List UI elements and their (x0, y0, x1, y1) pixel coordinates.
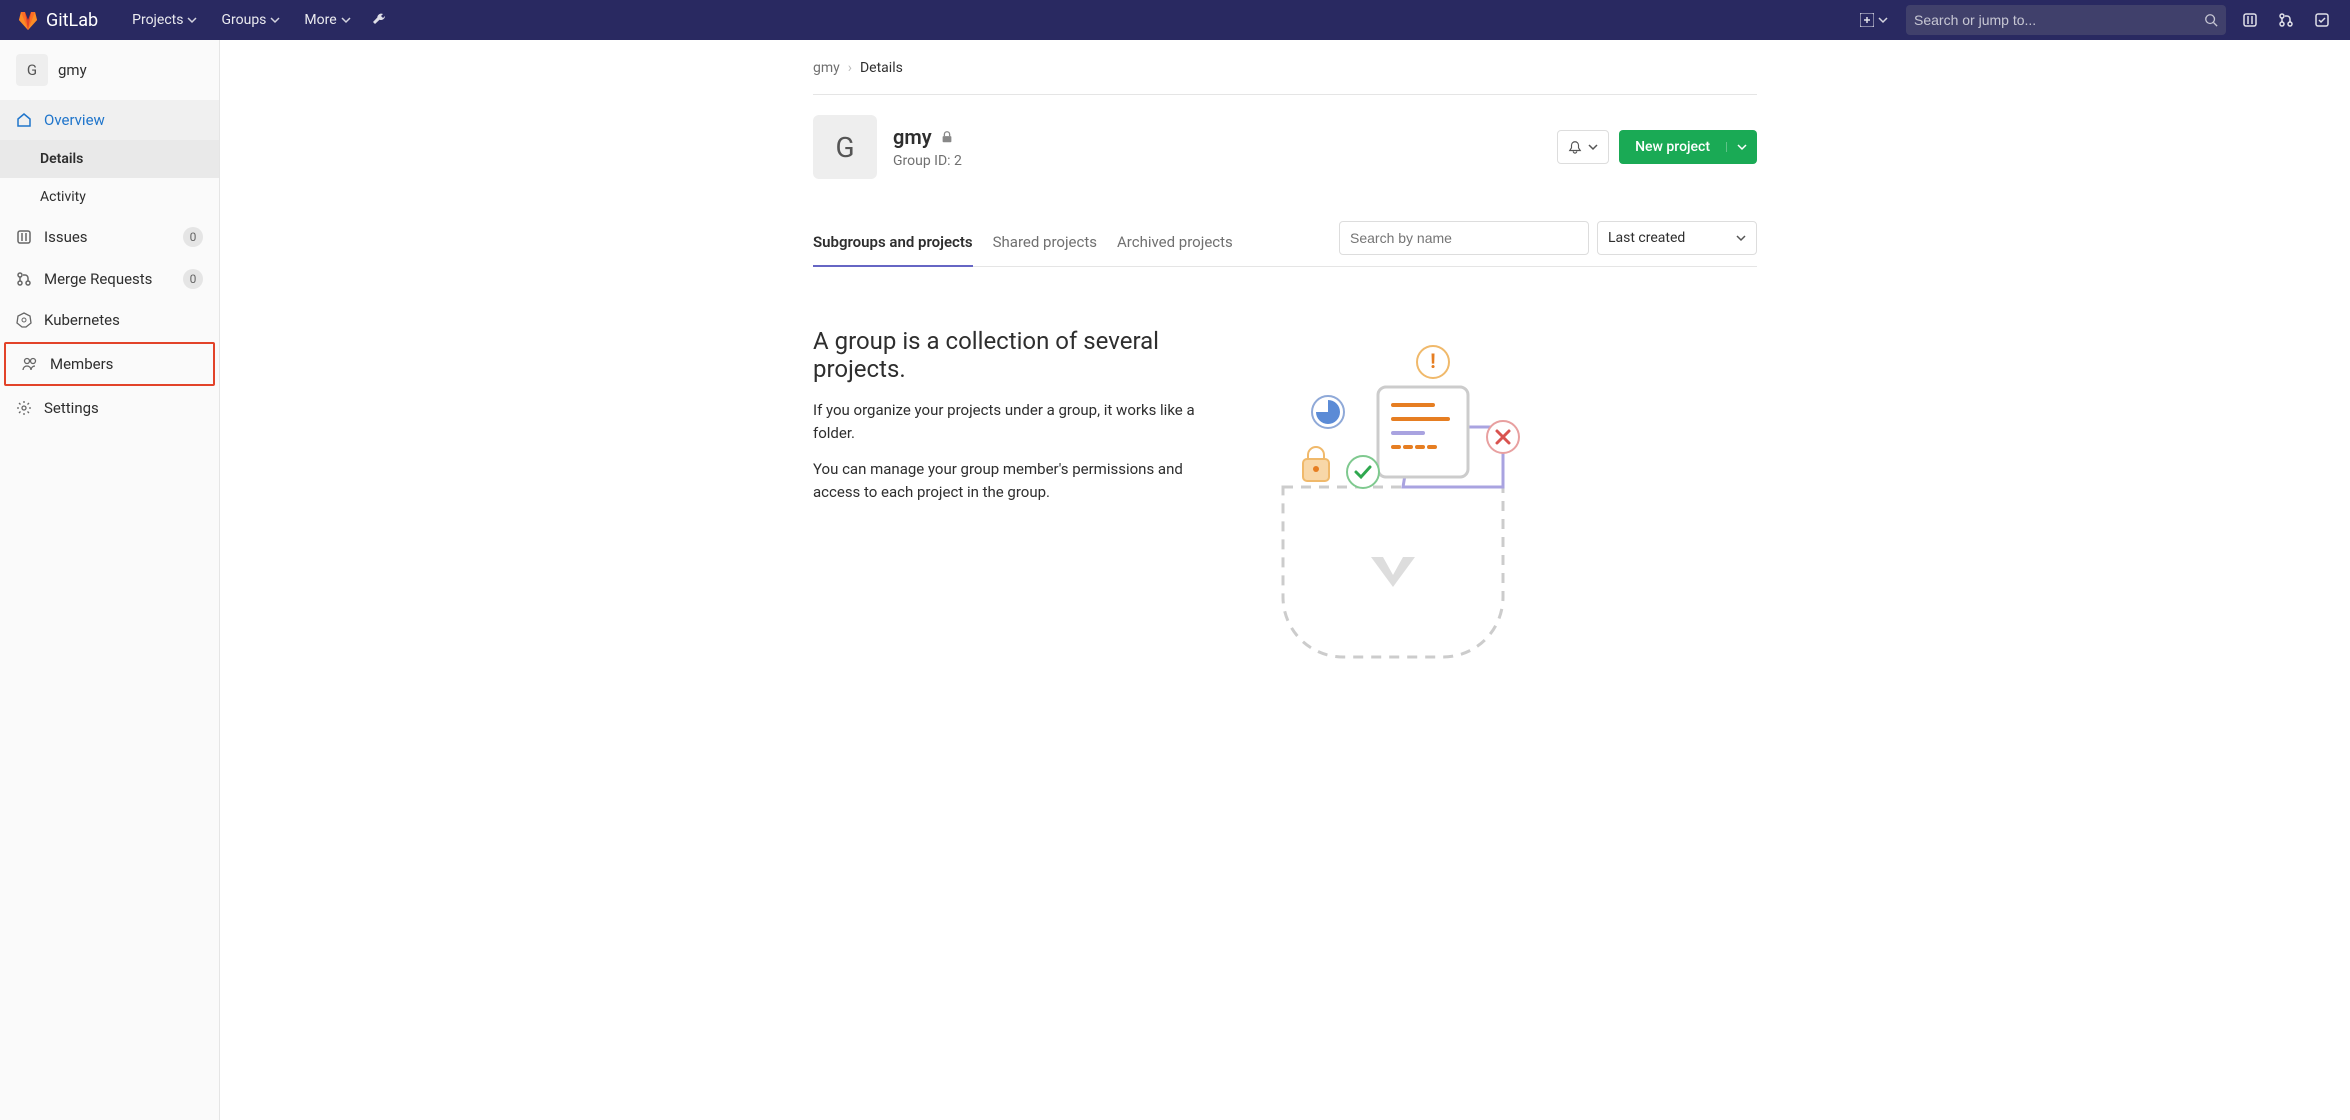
sort-label: Last created (1608, 230, 1685, 246)
empty-state: A group is a collection of several proje… (813, 267, 1757, 697)
sidebar-sub-details[interactable]: Details (0, 140, 219, 178)
sidebar-label: Issues (44, 228, 88, 246)
nav-groups-label: Groups (221, 12, 266, 28)
tabs-row: Subgroups and projects Shared projects A… (813, 219, 1757, 267)
chevron-down-icon (1737, 142, 1747, 152)
notifications-button[interactable] (1557, 130, 1609, 164)
sidebar-item-issues[interactable]: Issues 0 (0, 216, 219, 258)
sidebar-label: Kubernetes (44, 311, 120, 329)
gitlab-logo-icon (16, 8, 40, 32)
tab-shared-projects[interactable]: Shared projects (993, 219, 1097, 266)
gear-icon (16, 400, 32, 416)
sort-dropdown[interactable]: Last created (1597, 221, 1757, 255)
group-avatar-large: G (813, 115, 877, 179)
create-new-button[interactable] (1854, 9, 1894, 31)
group-header: G gmy Group ID: 2 New project (813, 95, 1757, 199)
merge-icon (16, 271, 32, 287)
sidebar-label: Members (50, 355, 113, 373)
sidebar-badge: 0 (183, 269, 203, 289)
new-project-button[interactable]: New project (1619, 130, 1757, 164)
issues-icon (2242, 12, 2258, 28)
merge-icon (2278, 12, 2294, 28)
group-avatar: G (16, 54, 48, 86)
sidebar-item-merge-requests[interactable]: Merge Requests 0 (0, 258, 219, 300)
group-actions: New project (1557, 130, 1757, 164)
issues-icon (16, 229, 32, 245)
tabs: Subgroups and projects Shared projects A… (813, 219, 1233, 266)
breadcrumb: gmy › Details (813, 60, 1757, 95)
chevron-down-icon (1736, 233, 1746, 243)
sidebar-group-name: gmy (58, 61, 87, 79)
todos-button[interactable] (2310, 8, 2334, 32)
sidebar-label: Settings (44, 399, 99, 417)
nav-groups[interactable]: Groups (211, 6, 290, 34)
todo-icon (2314, 12, 2330, 28)
brand[interactable]: GitLab (16, 8, 98, 32)
group-meta: gmy Group ID: 2 (893, 125, 962, 169)
nav-more[interactable]: More (294, 6, 360, 34)
global-search[interactable] (1906, 5, 2226, 35)
sidebar-label: Overview (44, 111, 105, 129)
sidebar-item-kubernetes[interactable]: Kubernetes (0, 300, 219, 340)
search-input[interactable] (1914, 12, 2204, 28)
top-navbar: GitLab Projects Groups More (0, 0, 2350, 40)
highlighted-members-box: Members (4, 342, 215, 386)
search-by-name-input[interactable] (1339, 221, 1589, 255)
breadcrumb-current: Details (860, 60, 903, 76)
nav-more-label: More (304, 12, 336, 28)
navbar-left: GitLab Projects Groups More (16, 6, 393, 34)
brand-text: GitLab (46, 10, 98, 31)
sidebar-item-overview[interactable]: Overview (0, 100, 219, 140)
empty-paragraph-1: If you organize your projects under a gr… (813, 399, 1223, 444)
new-project-dropdown[interactable] (1726, 142, 1757, 152)
sidebar-badge: 0 (183, 227, 203, 247)
admin-area-button[interactable] (365, 6, 393, 34)
chevron-down-icon (270, 15, 280, 25)
tab-controls: Last created (1339, 221, 1757, 265)
breadcrumb-group[interactable]: gmy (813, 60, 840, 76)
home-icon (16, 112, 32, 128)
nav-projects[interactable]: Projects (122, 6, 207, 34)
main-content: gmy › Details G gmy Group ID: 2 (220, 40, 2350, 1120)
chevron-down-icon (1878, 15, 1888, 25)
chevron-down-icon (187, 15, 197, 25)
empty-title: A group is a collection of several proje… (813, 327, 1223, 383)
svg-text:!: ! (1430, 349, 1435, 373)
group-id: Group ID: 2 (893, 153, 962, 169)
group-title: gmy (893, 125, 932, 149)
sidebar-item-settings[interactable]: Settings (0, 388, 219, 428)
empty-paragraph-2: You can manage your group member's permi… (813, 458, 1223, 503)
sidebar: G gmy Overview Details Activity Issues 0… (0, 40, 220, 1120)
empty-illustration: ! (1263, 327, 1523, 677)
nav-items: Projects Groups More (122, 6, 393, 34)
bell-icon (1568, 140, 1582, 154)
sidebar-item-members[interactable]: Members (6, 344, 213, 384)
sidebar-sub-activity[interactable]: Activity (0, 178, 219, 216)
navbar-right (1854, 5, 2334, 35)
lock-icon (940, 130, 954, 144)
chevron-down-icon (1588, 142, 1598, 152)
tab-subgroups-projects[interactable]: Subgroups and projects (813, 219, 973, 267)
issues-shortcut-button[interactable] (2238, 8, 2262, 32)
kubernetes-icon (16, 312, 32, 328)
plus-box-icon (1860, 13, 1874, 27)
wrench-icon (371, 12, 387, 28)
merge-requests-shortcut-button[interactable] (2274, 8, 2298, 32)
search-icon (2204, 13, 2218, 27)
sidebar-group-header[interactable]: G gmy (0, 40, 219, 100)
breadcrumb-separator: › (848, 60, 852, 76)
chevron-down-icon (341, 15, 351, 25)
new-project-label: New project (1619, 139, 1726, 155)
empty-state-text: A group is a collection of several proje… (813, 327, 1223, 517)
sidebar-label: Merge Requests (44, 270, 152, 288)
members-icon (22, 356, 38, 372)
tab-archived-projects[interactable]: Archived projects (1117, 219, 1233, 266)
nav-projects-label: Projects (132, 12, 183, 28)
